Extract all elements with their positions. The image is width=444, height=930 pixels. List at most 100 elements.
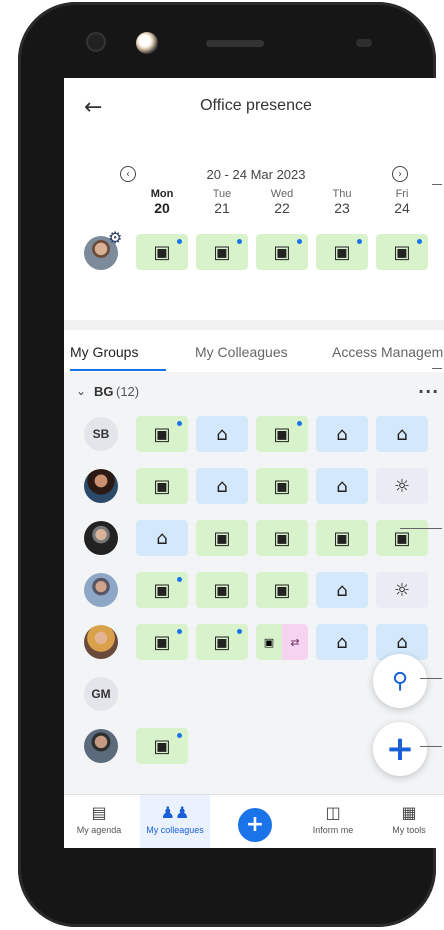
home-presence-cell[interactable]: ⌂ [136, 520, 188, 556]
off-presence-cell[interactable]: ☼ [376, 468, 428, 504]
sun-icon: ☼ [393, 579, 411, 601]
colleague-initials-avatar[interactable]: GM [84, 677, 118, 711]
search-icon: ⚲ [391, 668, 409, 694]
colleague-initials-avatar[interactable]: SB [84, 417, 118, 451]
office-presence-cell[interactable]: ▣ [136, 468, 188, 504]
home-icon: ⌂ [336, 631, 348, 653]
home-icon: ⌂ [396, 423, 408, 445]
home-icon: ⌂ [336, 475, 348, 497]
office-presence-cell[interactable]: ▣ [316, 234, 368, 270]
sun-icon: ☼ [393, 475, 411, 497]
office-building-icon: ▣ [153, 423, 171, 445]
day-column-fri: Fri 24 [376, 188, 428, 216]
home-presence-cell[interactable]: ⌂ [316, 624, 368, 660]
office-presence-cell[interactable]: ▣ [376, 520, 428, 556]
office-building-icon: ▣ [153, 475, 171, 497]
office-building-icon: ▣ [333, 241, 351, 263]
next-week-icon[interactable]: › [392, 166, 408, 182]
office-presence-cell[interactable]: ▣ [196, 520, 248, 556]
office-presence-cell[interactable]: ▣ [256, 572, 308, 608]
office-presence-cell[interactable]: ▣ [256, 468, 308, 504]
phone-frame: ← Office presence ‹ 20 - 24 Mar 2023 › M… [18, 2, 444, 927]
office-presence-cell[interactable]: ▣ [136, 572, 188, 608]
office-presence-cell[interactable]: ▣ [196, 572, 248, 608]
office-presence-cell[interactable]: ▣ [196, 624, 248, 660]
home-presence-cell[interactable]: ⌂ [376, 416, 428, 452]
nav-my-tools[interactable]: ▦ My tools [374, 795, 444, 848]
colleague-avatar[interactable] [84, 469, 118, 503]
office-building-icon: ▣ [213, 241, 231, 263]
annotation-line [400, 528, 442, 529]
home-icon: ⌂ [216, 475, 228, 497]
tab-access-management[interactable]: Access Managem [332, 344, 443, 360]
nav-my-agenda[interactable]: ▤ My agenda [64, 795, 134, 848]
office-presence-cell[interactable]: ▣ [256, 234, 308, 270]
tab-my-groups[interactable]: My Groups [70, 344, 138, 360]
bottom-navigation: ▤ My agenda ♟♟ My colleagues + ◫ Inform … [64, 794, 444, 848]
building-icon: ◫ [325, 803, 341, 822]
office-building-icon: ▣ [393, 527, 411, 549]
annotation-line [420, 746, 442, 747]
nav-label: Inform me [312, 825, 354, 835]
home-presence-cell[interactable]: ⌂ [196, 416, 248, 452]
note-dot-icon [297, 421, 302, 426]
travel-icon: ⇄ [282, 624, 308, 660]
annotation-line [432, 368, 442, 369]
off-presence-cell[interactable]: ☼ [376, 572, 428, 608]
nav-inform-me[interactable]: ◫ Inform me [298, 795, 368, 848]
home-presence-cell[interactable]: ⌂ [316, 416, 368, 452]
week-navigator: ‹ 20 - 24 Mar 2023 › [64, 166, 444, 186]
split-presence-cell[interactable]: ▣ ⇄ [256, 624, 308, 660]
office-building-icon: ▣ [273, 579, 291, 601]
colleague-avatar[interactable] [84, 625, 118, 659]
colleague-avatar[interactable] [84, 573, 118, 607]
settings-gear-icon[interactable]: ⚙ [108, 228, 122, 247]
tab-my-colleagues[interactable]: My Colleagues [195, 344, 288, 360]
nav-add-button[interactable]: + [238, 808, 272, 842]
office-presence-cell[interactable]: ▣ [316, 520, 368, 556]
add-fab-button[interactable]: + [373, 722, 427, 776]
annotation-line [420, 678, 442, 679]
office-presence-cell[interactable]: ▣ [136, 624, 188, 660]
proximity-sensor [356, 39, 372, 47]
more-options-icon[interactable]: ... [418, 378, 439, 397]
group-name: BG [94, 384, 114, 399]
search-fab-button[interactable]: ⚲ [373, 654, 427, 708]
nav-my-colleagues[interactable]: ♟♟ My colleagues [140, 795, 210, 848]
annotation-line [432, 184, 442, 185]
day-number: 22 [274, 200, 290, 216]
day-name: Fri [395, 188, 409, 200]
day-name: Mon [150, 188, 174, 200]
colleague-avatar[interactable] [84, 729, 118, 763]
office-presence-cell[interactable]: ▣ [136, 416, 188, 452]
day-number: 23 [334, 200, 350, 216]
note-dot-icon [297, 239, 302, 244]
day-column-tue: Tue 21 [196, 188, 248, 216]
home-presence-cell[interactable]: ⌂ [316, 572, 368, 608]
home-presence-cell[interactable]: ⌂ [196, 468, 248, 504]
office-presence-cell[interactable]: ▣ [136, 728, 188, 764]
day-name: Tue [212, 188, 232, 200]
group-header[interactable]: ⌄ BG (12) ... [64, 372, 444, 416]
office-icon: ▣ [256, 624, 282, 660]
earpiece-speaker [206, 40, 264, 47]
note-dot-icon [177, 733, 182, 738]
office-presence-cell[interactable]: ▣ [196, 234, 248, 270]
colleague-avatar[interactable] [84, 521, 118, 555]
group-count: (12) [116, 384, 140, 399]
office-presence-cell[interactable]: ▣ [136, 234, 188, 270]
office-presence-cell[interactable]: ▣ [256, 416, 308, 452]
office-building-icon: ▣ [213, 579, 231, 601]
week-range: 20 - 24 Mar 2023 [206, 167, 306, 182]
day-number: 20 [154, 200, 170, 216]
chevron-down-icon[interactable]: ⌄ [76, 384, 86, 398]
office-presence-cell[interactable]: ▣ [376, 234, 428, 270]
plus-icon: + [385, 729, 415, 769]
home-presence-cell[interactable]: ⌂ [316, 468, 368, 504]
nav-label: My agenda [76, 825, 122, 835]
note-dot-icon [177, 577, 182, 582]
office-building-icon: ▣ [273, 423, 291, 445]
office-presence-cell[interactable]: ▣ [256, 520, 308, 556]
home-icon: ⌂ [336, 423, 348, 445]
office-building-icon: ▣ [213, 631, 231, 653]
